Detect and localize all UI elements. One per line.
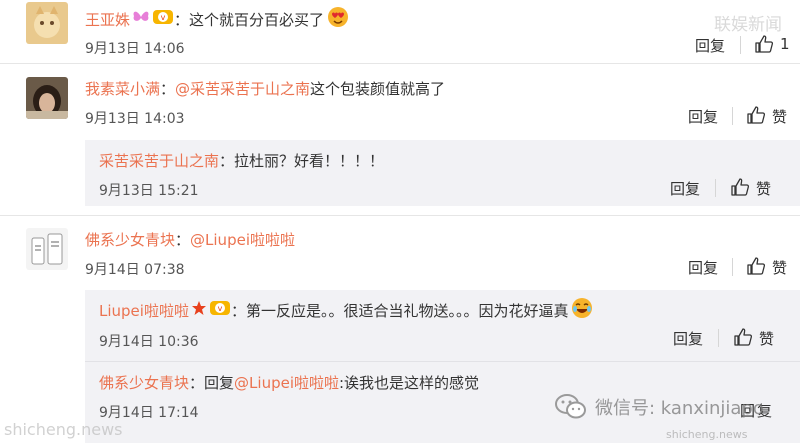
- separator: [0, 63, 800, 64]
- svg-text:v: v: [161, 13, 166, 22]
- reply-button[interactable]: 回复: [688, 106, 718, 127]
- nested-reply: 采苦采苦于山之南 ： 拉杜丽？好看！！！！ 9月13日 15:21 回复 赞: [85, 140, 800, 206]
- mention-link[interactable]: @Liupei啦啦啦: [234, 372, 339, 393]
- like-count: 1: [780, 35, 790, 53]
- colon: ：: [175, 231, 191, 249]
- avatar[interactable]: [26, 77, 68, 119]
- comment-text: 第一反应是。。很适合当礼物送。。。因为花好逼真: [245, 301, 569, 320]
- like-thumb-icon[interactable]: [730, 177, 750, 197]
- laughing-emoji-icon: [571, 297, 593, 323]
- colon: ：: [174, 10, 190, 29]
- like-thumb-icon[interactable]: [733, 327, 753, 347]
- comment-3: 佛系少女青块 ： @Liupei啦啦啦 9月14日 07:38 回复 赞: [0, 216, 800, 286]
- like-thumb-icon[interactable]: [746, 256, 766, 276]
- divider: [732, 258, 733, 276]
- butterfly-badge-icon: [132, 9, 150, 29]
- comment-text: 拉杜丽？好看！！！！: [234, 152, 385, 170]
- comment-time: 9月14日 07:38: [85, 262, 185, 278]
- comment-time: 9月14日 10:36: [99, 334, 199, 350]
- username[interactable]: 佛系少女青块: [85, 229, 175, 250]
- reply-prefix: 回复: [204, 374, 235, 392]
- like-button-label[interactable]: 赞: [772, 257, 787, 278]
- username[interactable]: 我素菜小满: [85, 78, 160, 99]
- like-button-label[interactable]: 赞: [756, 178, 771, 199]
- like-button-label[interactable]: 赞: [772, 106, 787, 127]
- reply-button[interactable]: 回复: [695, 35, 725, 56]
- comment-1: 王亚姝 v ： 这个就百分百必买了 9月13日 14:06 回复 1: [0, 0, 800, 62]
- username[interactable]: 王亚姝: [85, 9, 130, 30]
- username[interactable]: 佛系少女青块: [99, 372, 189, 393]
- svg-text:v: v: [218, 304, 223, 313]
- star-badge-icon: [191, 300, 207, 320]
- vip-badge-icon: v: [209, 299, 231, 321]
- divider: [718, 329, 719, 347]
- wechat-logo-icon: [555, 392, 587, 422]
- heart-eyes-emoji-icon: [327, 6, 349, 32]
- comment-time: 9月13日 14:03: [85, 111, 185, 127]
- colon: ：: [160, 80, 176, 98]
- colon: ：: [189, 374, 205, 392]
- like-button-label[interactable]: 赞: [759, 328, 774, 349]
- reply-button[interactable]: 回复: [688, 257, 718, 278]
- comment-text: 这个包装颜值就高了: [310, 80, 446, 98]
- watermark-bottom-right: shicheng.news: [666, 428, 748, 441]
- avatar[interactable]: [26, 2, 68, 44]
- wechat-watermark: 微信号: kanxinjiapo: [555, 392, 764, 422]
- vip-badge-icon: v: [152, 8, 174, 30]
- mention-link[interactable]: @Liupei啦啦啦: [190, 229, 295, 250]
- wechat-id-text: 微信号: kanxinjiapo: [595, 398, 764, 419]
- comment-time: 9月14日 17:14: [99, 405, 199, 421]
- separator: [85, 361, 800, 362]
- like-thumb-icon[interactable]: [746, 105, 766, 125]
- reply-button[interactable]: 回复: [670, 178, 700, 199]
- avatar[interactable]: [26, 228, 68, 270]
- comment-time: 9月13日 14:06: [85, 41, 185, 57]
- divider: [715, 179, 716, 197]
- reply-button[interactable]: 回复: [673, 328, 703, 349]
- username[interactable]: 采苦采苦于山之南: [99, 150, 219, 171]
- username[interactable]: Liupei啦啦啦: [99, 300, 189, 321]
- colon: ：: [230, 301, 246, 320]
- divider: [732, 107, 733, 125]
- watermark-top-right: 联娱新闻: [714, 15, 782, 35]
- like-thumb-icon[interactable]: [754, 34, 774, 54]
- watermark-bottom-left: shicheng.news: [4, 420, 123, 439]
- mention-link[interactable]: @采苦采苦于山之南: [175, 78, 310, 99]
- divider: [740, 36, 741, 54]
- colon: ：: [219, 152, 235, 170]
- comment-time: 9月13日 15:21: [99, 183, 199, 199]
- comment-text: :诶我也是这样的感觉: [339, 374, 480, 392]
- comment-text: 这个就百分百必买了: [189, 10, 325, 29]
